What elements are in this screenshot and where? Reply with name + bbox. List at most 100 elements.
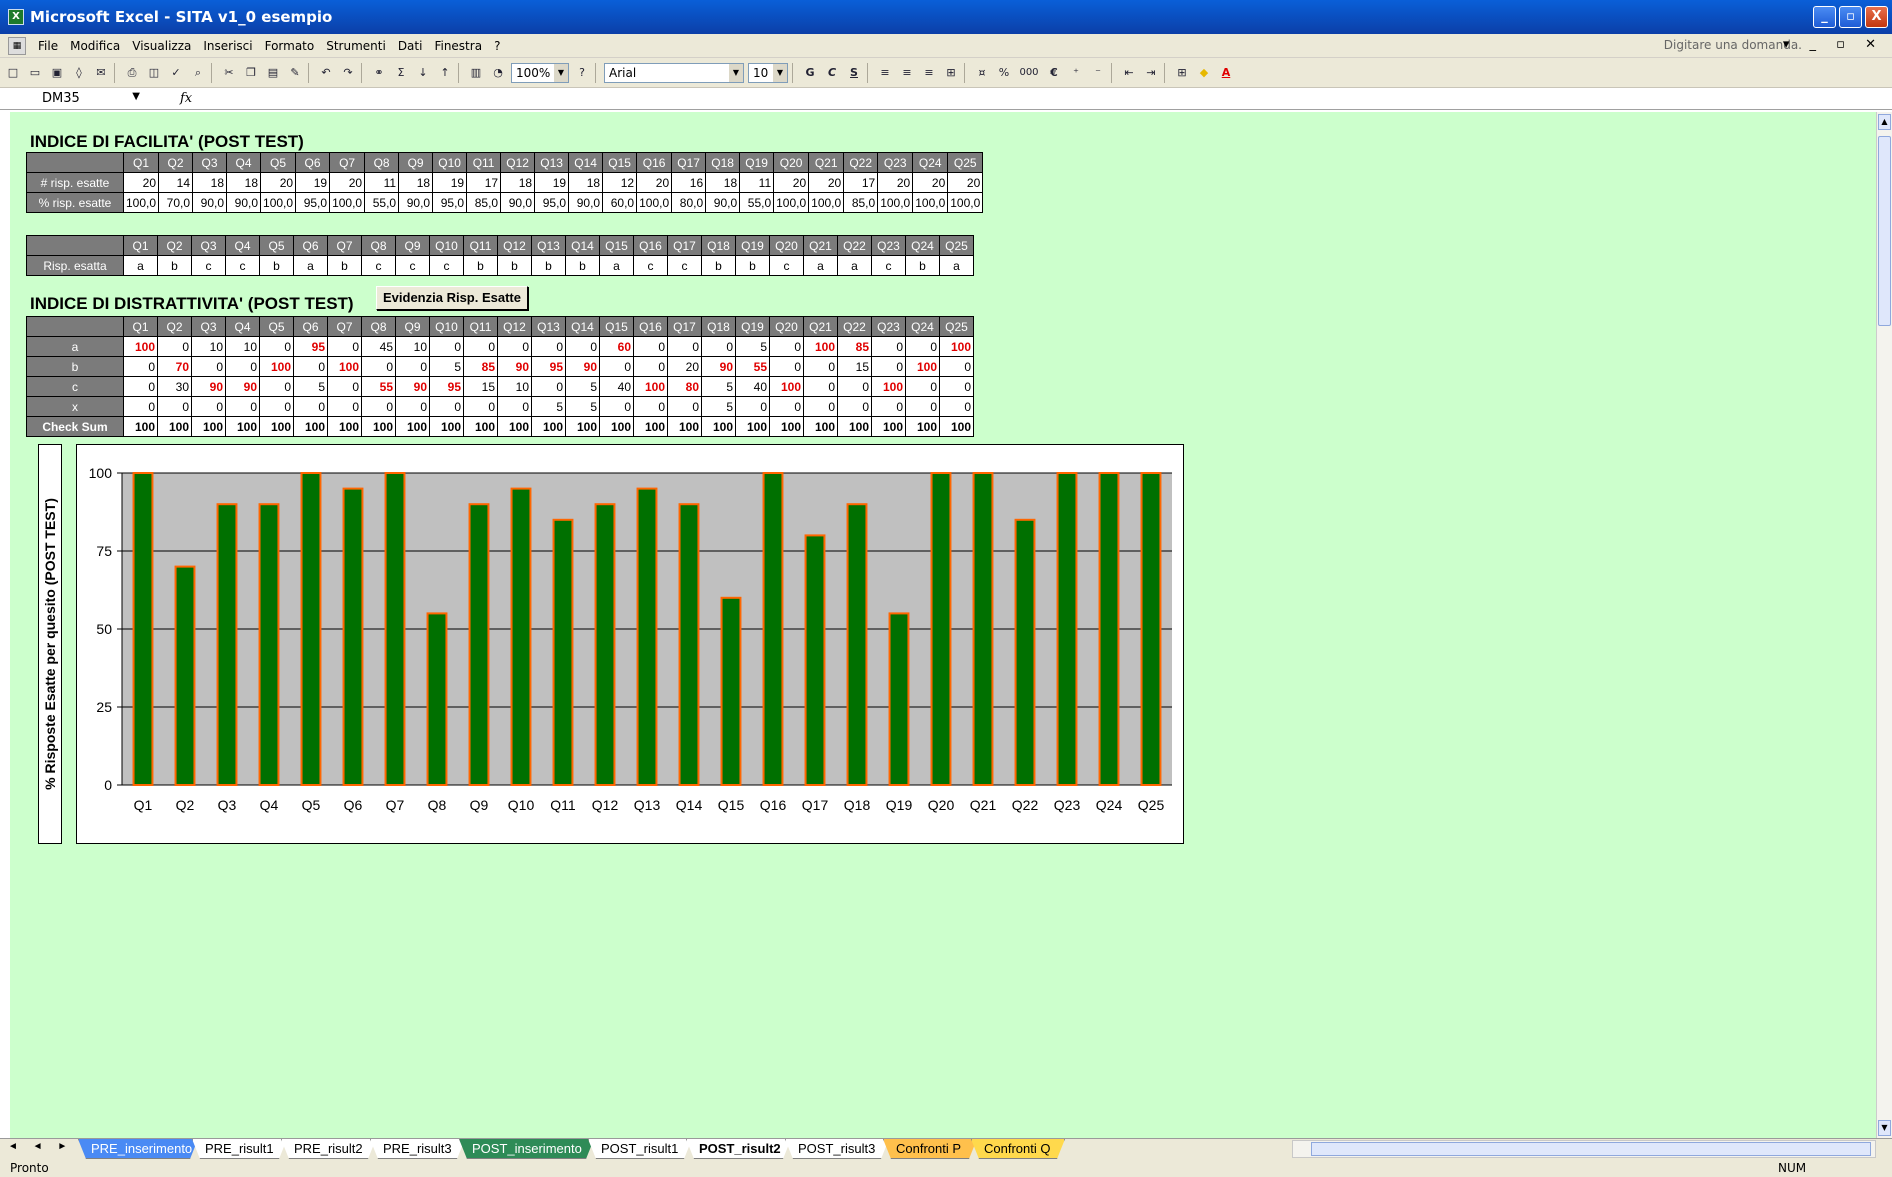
table-cell[interactable]: 90,0 <box>398 192 434 213</box>
checksum-cell[interactable]: 100 <box>531 416 566 437</box>
table-cell[interactable]: 11 <box>364 172 400 193</box>
table-cell[interactable]: 90 <box>225 376 260 397</box>
menu-dati[interactable]: Dati <box>398 39 423 53</box>
table-cell[interactable]: 100 <box>633 376 668 397</box>
workbook-icon[interactable]: ▦ <box>8 36 26 55</box>
table-cell[interactable]: c <box>191 255 226 276</box>
table-cell[interactable]: c <box>225 255 260 276</box>
menu-inserisci[interactable]: Inserisci <box>203 39 252 53</box>
copy-icon[interactable]: ❐ <box>242 64 260 82</box>
checksum-cell[interactable]: 100 <box>565 416 600 437</box>
open-icon[interactable]: ▭ <box>26 64 44 82</box>
table-cell[interactable]: 18 <box>226 172 262 193</box>
autosum-icon[interactable]: Σ <box>392 64 410 82</box>
table-cell[interactable]: 0 <box>633 396 668 417</box>
sheet-tab[interactable]: POST_risult2 <box>686 1139 791 1159</box>
table-cell[interactable]: 0 <box>327 336 362 357</box>
table-cell[interactable]: 0 <box>939 396 974 417</box>
table-cell[interactable]: 0 <box>531 376 566 397</box>
table-cell[interactable]: b <box>157 255 192 276</box>
table-cell[interactable]: 40 <box>735 376 770 397</box>
thousands-button[interactable]: 000 <box>1017 64 1041 82</box>
table-cell[interactable]: 90 <box>497 356 532 377</box>
table-cell[interactable]: 5 <box>531 396 566 417</box>
table-cell[interactable]: 20 <box>260 172 297 193</box>
permission-icon[interactable]: ◊ <box>70 64 88 82</box>
table-cell[interactable]: 15 <box>463 376 498 397</box>
workbook-window-controls[interactable]: ▾ _ ▫ ✕ <box>1783 37 1884 52</box>
table-cell[interactable]: b <box>497 255 532 276</box>
underline-button[interactable]: S <box>845 64 863 82</box>
table-cell[interactable]: 90,0 <box>226 192 262 213</box>
highlight-correct-answers-button[interactable]: Evidenzia Risp. Esatte <box>376 286 528 310</box>
table-cell[interactable]: 0 <box>633 336 668 357</box>
checksum-cell[interactable]: 100 <box>837 416 872 437</box>
table-cell[interactable]: 100 <box>803 336 838 357</box>
checksum-cell[interactable]: 100 <box>157 416 192 437</box>
table-cell[interactable]: 5 <box>565 396 600 417</box>
table-cell[interactable]: 0 <box>225 356 260 377</box>
scroll-down-icon[interactable]: ▼ <box>1878 1120 1891 1136</box>
table-cell[interactable]: 10 <box>191 336 226 357</box>
paste-icon[interactable]: ▤ <box>264 64 282 82</box>
checksum-cell[interactable]: 100 <box>497 416 532 437</box>
table-cell[interactable]: 0 <box>803 376 838 397</box>
sheet-tab[interactable]: PRE_risult2 <box>281 1139 376 1159</box>
table-cell[interactable]: 85 <box>837 336 872 357</box>
percent-button[interactable]: % <box>995 64 1013 82</box>
checksum-cell[interactable]: 100 <box>871 416 906 437</box>
table-cell[interactable]: 95,0 <box>295 192 331 213</box>
ask-question-input[interactable]: Digitare una domanda. <box>1664 38 1802 52</box>
table-cell[interactable]: a <box>803 255 838 276</box>
checksum-cell[interactable]: 100 <box>361 416 396 437</box>
checksum-cell[interactable]: 100 <box>225 416 260 437</box>
table-cell[interactable]: a <box>939 255 974 276</box>
table-cell[interactable]: 90 <box>701 356 736 377</box>
table-cell[interactable]: 0 <box>463 336 498 357</box>
table-cell[interactable]: 0 <box>667 336 702 357</box>
checksum-cell[interactable]: 100 <box>395 416 430 437</box>
table-cell[interactable]: 0 <box>429 336 464 357</box>
table-cell[interactable]: 0 <box>565 336 600 357</box>
print-preview-icon[interactable]: ◫ <box>145 64 163 82</box>
merge-center-icon[interactable]: ⊞ <box>942 64 960 82</box>
table-cell[interactable]: 17 <box>466 172 502 193</box>
table-cell[interactable]: 20 <box>636 172 673 193</box>
sort-ascending-icon[interactable]: ↓ <box>414 64 432 82</box>
table-cell[interactable]: 0 <box>429 396 464 417</box>
table-cell[interactable]: 18 <box>500 172 536 193</box>
table-cell[interactable]: 0 <box>259 336 294 357</box>
table-cell[interactable]: c <box>633 255 668 276</box>
sheet-tab[interactable]: PRE_inserimento <box>78 1139 198 1159</box>
table-cell[interactable]: 18 <box>192 172 228 193</box>
table-cell[interactable]: 19 <box>432 172 468 193</box>
sheet-tab[interactable]: Confronti Q <box>971 1139 1065 1159</box>
scroll-thumb[interactable] <box>1878 136 1891 326</box>
table-cell[interactable]: 100 <box>259 356 294 377</box>
table-cell[interactable]: 100,0 <box>329 192 366 213</box>
table-cell[interactable]: 0 <box>531 336 566 357</box>
table-cell[interactable]: 70 <box>157 356 192 377</box>
decrease-indent-icon[interactable]: ⇤ <box>1120 64 1138 82</box>
menu-help[interactable]: ? <box>494 39 500 53</box>
table-cell[interactable]: 100,0 <box>877 192 914 213</box>
table-cell[interactable]: 0 <box>939 356 974 377</box>
table-cell[interactable]: 100,0 <box>636 192 673 213</box>
table-cell[interactable]: 10 <box>395 336 430 357</box>
table-cell[interactable]: 90,0 <box>568 192 604 213</box>
table-cell[interactable]: c <box>395 255 430 276</box>
table-cell[interactable]: 19 <box>295 172 331 193</box>
name-box[interactable]: DM35 ▼ <box>0 91 140 106</box>
table-cell[interactable]: 0 <box>191 356 226 377</box>
table-cell[interactable]: 17 <box>843 172 879 193</box>
table-cell[interactable]: 0 <box>599 396 634 417</box>
table-cell[interactable]: 95,0 <box>432 192 468 213</box>
table-cell[interactable]: 90 <box>565 356 600 377</box>
print-icon[interactable]: ⎙ <box>123 64 141 82</box>
table-cell[interactable]: b <box>735 255 770 276</box>
font-size-select[interactable]: 10 ▼ <box>748 62 788 83</box>
table-cell[interactable]: 20 <box>667 356 702 377</box>
table-cell[interactable]: 5 <box>429 356 464 377</box>
table-cell[interactable]: 100,0 <box>122 192 160 213</box>
table-cell[interactable]: 11 <box>739 172 775 193</box>
